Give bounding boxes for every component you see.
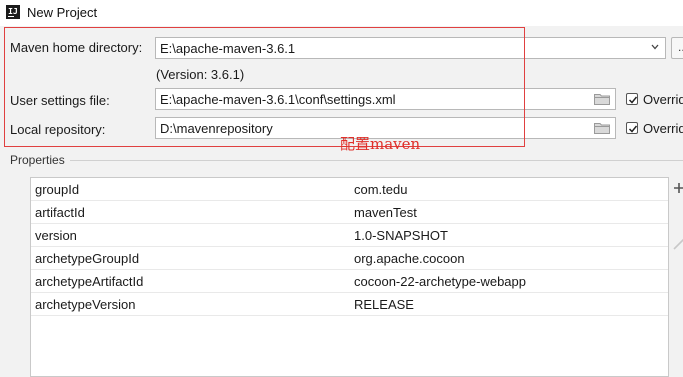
- override-user-settings-checkbox[interactable]: [626, 93, 638, 105]
- property-key: version: [35, 228, 77, 243]
- property-key: archetypeArtifactId: [35, 274, 144, 289]
- annotation-box: [4, 27, 525, 147]
- property-value[interactable]: org.apache.cocoon: [354, 251, 465, 266]
- property-value[interactable]: com.tedu: [354, 182, 407, 197]
- table-row[interactable]: archetypeGroupId org.apache.cocoon: [31, 247, 668, 270]
- override-local-repository-checkbox[interactable]: [626, 122, 638, 134]
- properties-divider: [70, 160, 683, 161]
- properties-section-title: Properties: [10, 153, 65, 167]
- browse-maven-home-button[interactable]: ...: [671, 37, 683, 59]
- chevron-down-icon[interactable]: [651, 43, 659, 51]
- property-key: artifactId: [35, 205, 85, 220]
- annotation-label: 配置maven: [340, 135, 421, 153]
- app-icon-text: IJ: [8, 7, 18, 16]
- property-value[interactable]: 1.0-SNAPSHOT: [354, 228, 448, 243]
- folder-icon[interactable]: [594, 93, 610, 105]
- plus-icon[interactable]: [673, 182, 683, 195]
- table-row[interactable]: groupId com.tedu: [31, 178, 668, 201]
- property-value[interactable]: RELEASE: [354, 297, 414, 312]
- checkmark-icon: [628, 125, 638, 133]
- table-row[interactable]: archetypeArtifactId cocoon-22-archetype-…: [31, 270, 668, 293]
- override-local-repository-label: Overrid: [643, 121, 683, 136]
- window-title: New Project: [27, 5, 98, 20]
- property-key: archetypeVersion: [35, 297, 136, 312]
- minus-icon[interactable]: [673, 237, 683, 250]
- properties-table[interactable]: groupId com.tedu artifactId mavenTest ve…: [30, 177, 669, 377]
- folder-icon[interactable]: [594, 122, 610, 134]
- property-value[interactable]: cocoon-22-archetype-webapp: [354, 274, 526, 289]
- checkmark-icon: [628, 96, 638, 104]
- property-key: groupId: [35, 182, 80, 197]
- override-user-settings-label: Overrid: [643, 92, 683, 107]
- table-row[interactable]: version 1.0-SNAPSHOT: [31, 224, 668, 247]
- property-value[interactable]: mavenTest: [354, 205, 417, 220]
- intellij-icon: IJ: [6, 5, 20, 19]
- property-key: archetypeGroupId: [35, 251, 140, 266]
- properties-toolbar: [670, 177, 683, 377]
- table-row[interactable]: artifactId mavenTest: [31, 201, 668, 224]
- table-row[interactable]: archetypeVersion RELEASE: [31, 293, 668, 316]
- title-bar: IJ New Project: [0, 0, 683, 26]
